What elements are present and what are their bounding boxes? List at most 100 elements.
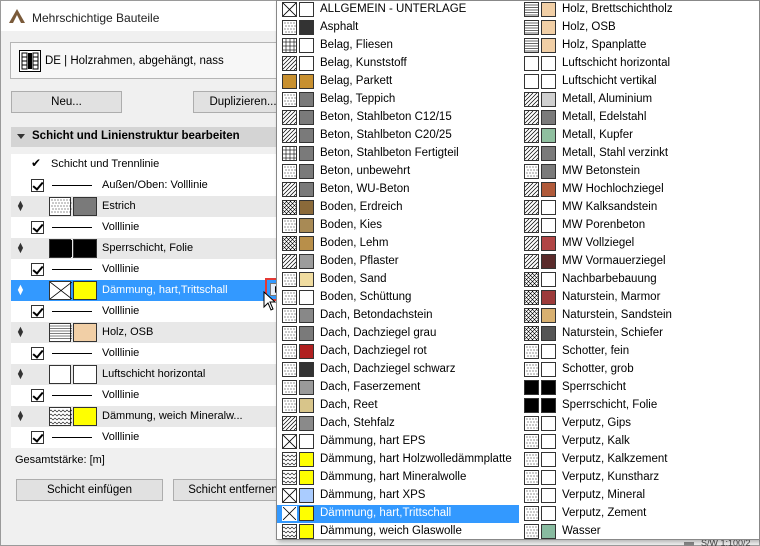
layer-cut-fill-swatch[interactable] [73,197,97,216]
drag-handle-icon[interactable]: ▲ ▼ [16,367,25,381]
layer-row[interactable]: ▲ ▼ Holz, OSB [11,322,301,343]
material-option[interactable]: Luftschicht vertikal [519,73,760,91]
material-option[interactable]: Dach, Dachziegel schwarz [277,361,519,379]
material-option[interactable]: Wasser [519,523,760,541]
separator-line-row[interactable]: Volllinie [11,301,301,322]
material-option[interactable]: Beton, Stahlbeton C12/15 [269,109,519,127]
layer-pattern-swatch[interactable] [49,239,72,258]
material-option[interactable]: Dach, Dachziegel grau [277,325,519,343]
material-option[interactable]: MW Betonstein [519,163,760,181]
layer-visibility-checkbox[interactable] [31,347,44,360]
material-option[interactable]: Verputz, Gips [519,415,760,433]
material-option[interactable]: Dämmung, weich Glaswolle [277,523,519,541]
material-option[interactable]: Beton, Stahlbeton C20/25 [269,127,519,145]
drag-handle-icon[interactable]: ▲ ▼ [16,283,25,297]
material-option[interactable]: Metall, Stahl verzinkt [511,145,760,163]
material-option[interactable]: Beton, WU-Beton [269,181,519,199]
layer-row[interactable]: ▲ ▼ Dämmung, weich Mineralw... [11,406,301,427]
insert-layer-button[interactable]: Schicht einfügen [16,479,163,501]
material-option[interactable]: MW Vollziegel [511,235,760,253]
material-option[interactable]: Dach, Reet [277,397,519,415]
layer-row[interactable]: ▲ ▼ Dämmung, hart,Trittschall [11,280,301,301]
material-option[interactable]: Schotter, grob [519,361,760,379]
layer-pattern-swatch[interactable] [49,323,72,342]
layer-cut-fill-swatch[interactable] [73,281,97,300]
new-button[interactable]: Neu... [11,91,122,113]
layer-row[interactable]: ▲ ▼ Sperrschicht, Folie [11,238,301,259]
material-option[interactable]: Belag, Fliesen [277,37,519,55]
layer-pattern-swatch[interactable] [49,197,72,216]
material-option[interactable]: Sperrschicht [519,379,760,397]
layer-visibility-checkbox[interactable] [31,389,44,402]
section-header[interactable]: Schicht und Linienstruktur bearbeiten [11,127,301,147]
material-option[interactable]: Boden, Sand [277,271,519,289]
material-option[interactable]: MW Kalksandstein [511,199,760,217]
material-option[interactable]: Belag, Parkett [277,73,519,91]
material-option[interactable]: Dämmung, hart Mineralwolle [277,469,519,487]
material-option[interactable]: Boden, Schüttung [277,289,519,307]
material-option[interactable]: Naturstein, Sandstein [511,307,760,325]
material-option[interactable]: Dach, Dachziegel rot [277,343,519,361]
material-option[interactable]: Metall, Kupfer [511,127,760,145]
material-option[interactable]: Dach, Betondachstein [277,307,519,325]
material-option[interactable]: MW Hochlochziegel [511,181,760,199]
material-option[interactable]: Verputz, Kalk [519,433,760,451]
layer-cut-fill-swatch[interactable] [73,365,97,384]
material-option[interactable]: Naturstein, Schiefer [511,325,760,343]
drag-handle-icon[interactable]: ▲ ▼ [16,409,25,423]
layer-row[interactable]: ▲ ▼ Estrich [11,196,301,217]
material-option[interactable]: Dämmung, hart EPS [277,433,519,451]
separator-line-row[interactable]: Außen/Oben: Volllinie [11,175,301,196]
remove-layer-button[interactable]: Schicht entfernen [173,479,293,501]
material-option[interactable]: Luftschicht horizontal [519,55,760,73]
material-option[interactable]: Boden, Lehm [269,235,519,253]
layer-pattern-swatch[interactable] [49,365,71,384]
material-option[interactable]: Naturstein, Marmor [511,289,760,307]
separator-line-row[interactable]: Volllinie [11,427,301,448]
scrollbar-thumb[interactable] [684,542,694,546]
material-option[interactable]: Belag, Kunststoff [269,55,519,73]
material-dropdown[interactable]: ALLGEMEIN - UNTERLAGE Asphalt Belag, Flies… [269,0,760,541]
drag-handle-icon[interactable]: ▲ ▼ [16,325,25,339]
material-option[interactable]: Dach, Stehfalz [269,415,519,433]
collapse-triangle-icon[interactable] [17,134,25,139]
material-option[interactable]: Holz, OSB [519,19,760,37]
separator-line-row[interactable]: Volllinie [11,217,301,238]
material-option[interactable]: Boden, Kies [277,217,519,235]
material-option[interactable]: ALLGEMEIN - UNTERLAGE [277,1,519,19]
material-option[interactable]: Verputz, Mineral [519,487,760,505]
material-option[interactable]: Boden, Pflaster [269,253,519,271]
layer-pattern-swatch[interactable] [49,407,75,426]
layer-pattern-swatch[interactable] [49,281,73,300]
material-option[interactable]: Dämmung, hart,Trittschall [277,505,519,523]
material-option[interactable]: Verputz, Kunstharz [519,469,760,487]
layer-visibility-checkbox[interactable] [31,305,44,318]
material-option[interactable]: MW Vormauerziegel [511,253,760,271]
material-option[interactable]: Dach, Faserzement [277,379,519,397]
material-option[interactable]: Beton, Stahlbeton Fertigteil [277,145,519,163]
material-option[interactable]: Verputz, Kalkzement [519,451,760,469]
layer-visibility-checkbox[interactable] [31,179,44,192]
layer-visibility-checkbox[interactable] [31,431,44,444]
material-option[interactable]: Holz, Brettschichtholz [519,1,760,19]
material-option[interactable]: Holz, Spanplatte [519,37,760,55]
layer-row[interactable]: ▲ ▼ Luftschicht horizontal [11,364,301,385]
material-option[interactable]: Sperrschicht, Folie [519,397,760,415]
preset-selector[interactable]: DE | Holzrahmen, abgehängt, nass [10,42,300,79]
material-option[interactable]: Schotter, fein [519,343,760,361]
material-option[interactable]: Beton, unbewehrt [277,163,519,181]
material-option[interactable]: Dämmung, hart Holzwolledämmplatte [277,451,519,469]
material-option[interactable]: Belag, Teppich [277,91,519,109]
material-option[interactable]: Nachbarbebauung [511,271,760,289]
layer-cut-fill-swatch[interactable] [73,323,97,342]
material-option[interactable]: Metall, Aluminium [511,91,760,109]
drag-handle-icon[interactable]: ▲ ▼ [16,241,25,255]
material-option[interactable]: Asphalt [277,19,519,37]
drag-handle-icon[interactable]: ▲ ▼ [16,199,25,213]
material-option[interactable]: MW Porenbeton [511,217,760,235]
separator-line-row[interactable]: Volllinie [11,343,301,364]
layer-visibility-checkbox[interactable] [31,263,44,276]
layer-cut-fill-swatch[interactable] [73,407,97,426]
material-option[interactable]: Boden, Erdreich [269,199,519,217]
material-option[interactable]: Dämmung, hart XPS [277,487,519,505]
